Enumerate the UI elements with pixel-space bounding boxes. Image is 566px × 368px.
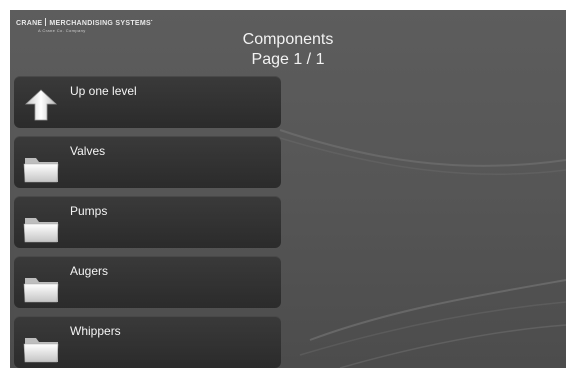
folder-pumps-button[interactable]: Pumps — [14, 196, 281, 248]
folder-pumps-label: Pumps — [70, 204, 108, 218]
page-indicator: Page 1 / 1 — [251, 51, 325, 68]
folder-valves-label: Valves — [70, 144, 106, 158]
page-title: Components — [242, 31, 334, 48]
folder-augers-button[interactable]: Augers — [14, 256, 281, 308]
brand-name-right: MERCHANDISING SYSTEMS — [49, 20, 151, 27]
folder-whippers-button[interactable]: Whippers — [14, 316, 281, 368]
folder-icon — [23, 158, 59, 183]
screen: CRANE MERCHANDISING SYSTEMS• A Crane Co. … — [10, 10, 566, 368]
folder-whippers-label: Whippers — [70, 324, 121, 338]
folder-icon — [23, 338, 59, 363]
folder-icon — [23, 278, 59, 303]
up-one-level-button[interactable]: Up one level — [14, 76, 281, 128]
folder-icon — [23, 218, 59, 243]
component-list: Up one level Valves Pumps Augers Whipper… — [14, 76, 281, 368]
up-one-level-label: Up one level — [70, 84, 137, 98]
up-arrow-icon — [24, 89, 58, 121]
brand-name: CRANE MERCHANDISING SYSTEMS• — [16, 17, 153, 27]
folder-valves-button[interactable]: Valves — [14, 136, 281, 188]
brand-logo: CRANE MERCHANDISING SYSTEMS• A Crane Co. … — [16, 18, 153, 33]
folder-augers-label: Augers — [70, 264, 109, 278]
brand-name-left: CRANE — [16, 20, 43, 27]
brand-tagline: A Crane Co. Company — [38, 28, 86, 33]
